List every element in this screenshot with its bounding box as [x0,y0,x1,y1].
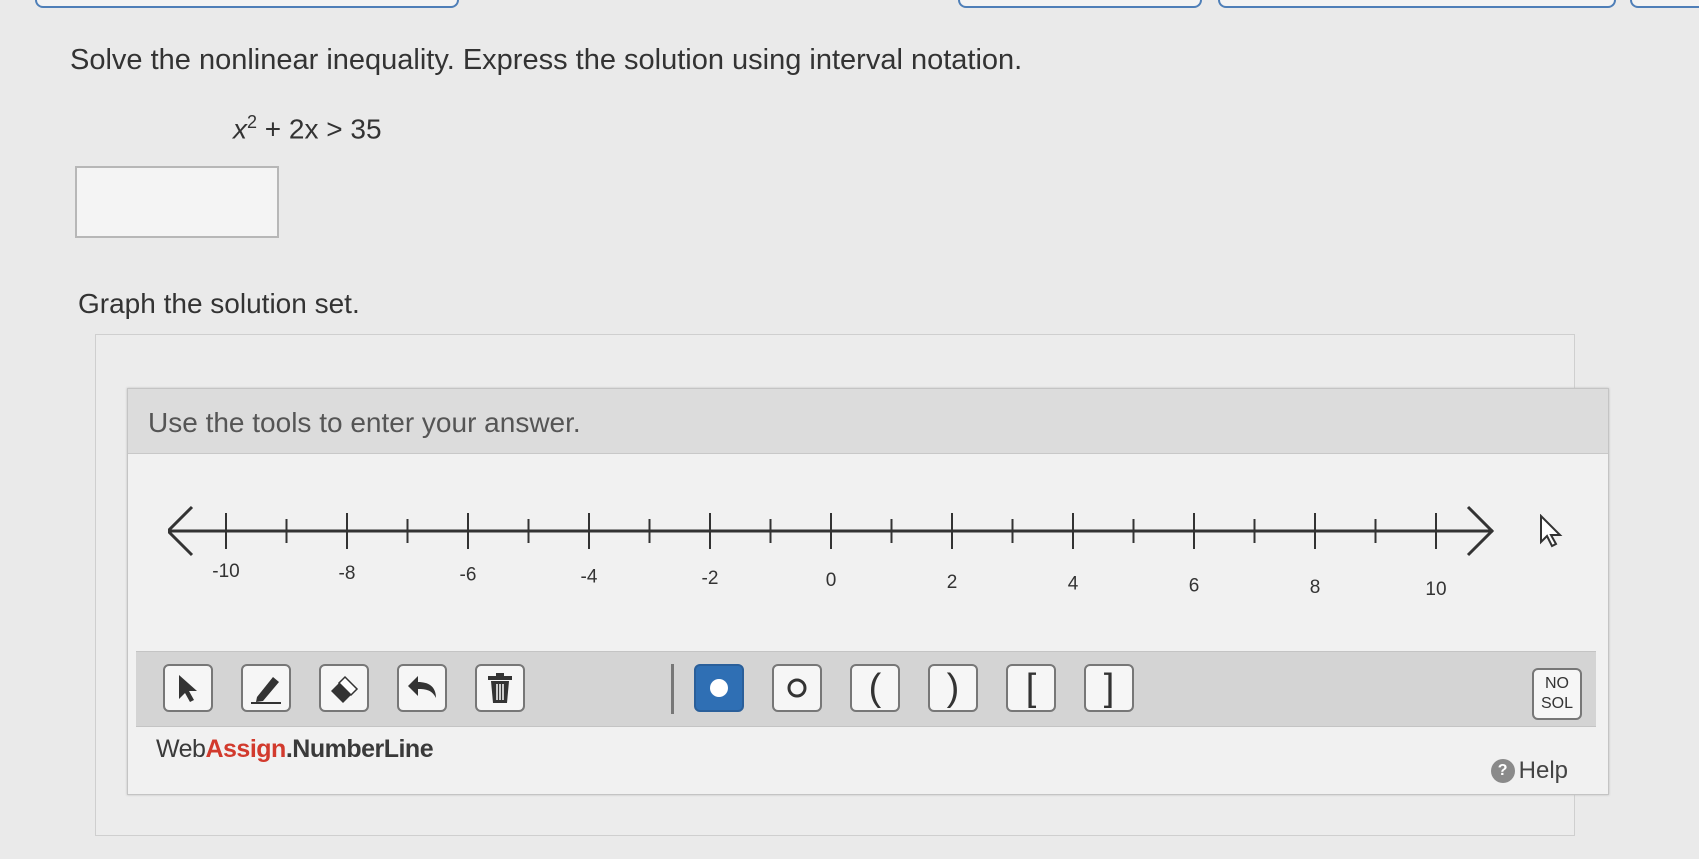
equation-variable: x [233,113,247,145]
tick-label: 2 [947,572,958,593]
undo-tool-button[interactable] [397,664,447,712]
help-icon: ? [1490,759,1515,783]
help-link[interactable]: ? Help [1490,757,1568,785]
webassign-logo: WebAssign.NumberLine [156,735,434,764]
numberline-tool-panel: Use the tools to enter your answer. -10-… [127,388,1609,795]
delete-tool-button[interactable] [475,664,525,712]
brand-web: Web [156,735,206,763]
tick-label: -2 [702,568,719,589]
tick-label: 10 [1425,579,1446,600]
tick-label: 6 [1189,575,1200,596]
toolbar: ( ) [ ] NO SOL [136,651,1596,727]
inequality-equation: x2 + 2x > 35 [233,112,382,145]
nosol-line1: NO [1545,675,1569,692]
top-tab[interactable] [35,0,459,8]
undo-icon [408,676,436,698]
arrow-icon [179,675,197,702]
tool-header: Use the tools to enter your answer. [128,389,1608,454]
tick-label: 8 [1310,577,1321,598]
no-solution-button[interactable]: NO SOL [1532,668,1582,720]
top-tab[interactable] [1218,0,1616,8]
graph-label: Graph the solution set. [78,288,360,319]
left-bracket-tool-button[interactable]: [ [1006,664,1056,712]
tick-label: 4 [1068,574,1079,595]
tick-label: -4 [581,566,598,587]
pencil-icon [251,677,281,704]
left-paren-tool-button[interactable]: ( [850,664,900,712]
top-tabs [0,0,1699,8]
brand-assign: Assign [205,735,286,763]
filled-circle-icon [710,679,728,697]
eraser-tool-button[interactable] [319,664,369,712]
brand-rest: .NumberLine [285,735,434,763]
interval-answer-input[interactable] [75,166,279,238]
tick-label: -8 [339,563,356,584]
question-prompt: Solve the nonlinear inequality. Express … [70,44,1023,76]
trash-icon [488,673,512,703]
equation-exponent: 2 [247,112,258,132]
mouse-cursor-icon [1540,514,1563,548]
top-tab[interactable] [958,0,1202,8]
number-line[interactable]: -10 -8 -6 -4 -2 0 2 4 6 8 10 [168,501,1508,601]
toolbar-separator [671,664,674,714]
nosol-line2: SOL [1540,695,1573,712]
right-bracket-tool-button[interactable]: ] [1084,664,1134,712]
open-point-tool-button[interactable] [772,664,822,712]
closed-point-tool-button[interactable] [694,664,744,712]
tick-label: -6 [460,565,477,586]
tick-label: -10 [212,561,239,582]
select-tool-button[interactable] [163,664,213,712]
top-tab[interactable] [1630,0,1699,8]
eraser-icon [331,675,359,703]
help-label: Help [1518,757,1568,784]
tool-header-text: Use the tools to enter your answer. [148,407,581,438]
equation-rest: + 2x > 35 [257,113,382,145]
right-paren-tool-button[interactable]: ) [928,664,978,712]
open-circle-icon [787,678,807,698]
pencil-tool-button[interactable] [241,664,291,712]
tick-label: 0 [826,570,837,591]
